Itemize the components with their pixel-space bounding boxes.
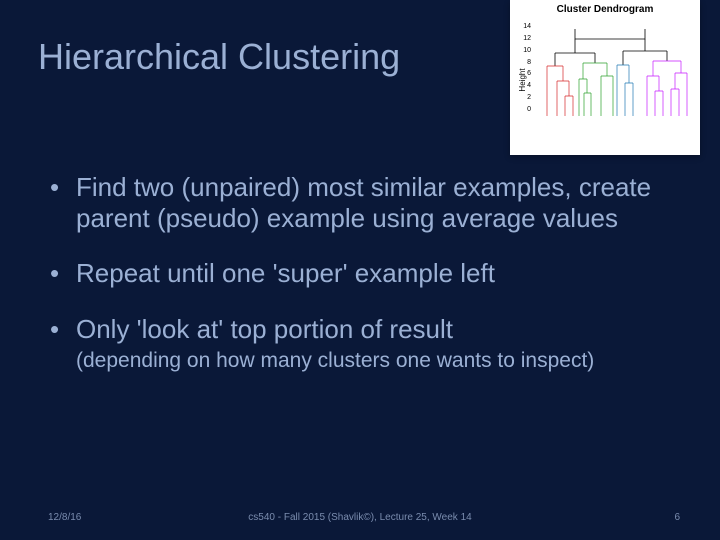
bullet-text: Only 'look at' top portion of result [76,314,680,345]
dendrogram-body: Height 14 12 10 8 6 4 2 0 [515,15,695,145]
dendrogram-thumbnail: Cluster Dendrogram Height 14 12 10 8 6 4… [510,0,700,155]
bullet-dot: • [48,314,76,345]
tick: 12 [521,35,531,42]
bullet-subtext: (depending on how many clusters one want… [76,349,680,373]
dendrogram-ticks: 14 12 10 8 6 4 2 0 [521,23,531,113]
bullet-item: • Only 'look at' top portion of result (… [48,314,680,373]
tick: 2 [521,94,531,101]
dendrogram-title: Cluster Dendrogram [510,0,700,15]
tick: 10 [521,47,531,54]
footer-page-number: 6 [674,512,680,523]
tick: 14 [521,23,531,30]
footer-date: 12/8/16 [48,512,81,523]
slide-title: Hierarchical Clustering [38,36,400,78]
tick: 6 [521,70,531,77]
slide-content: • Find two (unpaired) most similar examp… [48,172,680,397]
bullet-text: Repeat until one 'super' example left [76,258,680,289]
tick: 4 [521,82,531,89]
dendrogram-svg [535,21,691,121]
bullet-item: • Find two (unpaired) most similar examp… [48,172,680,234]
bullet-dot: • [48,172,76,234]
slide-footer: 12/8/16 cs540 - Fall 2015 (Shavlik©), Le… [0,508,720,526]
bullet-text: Find two (unpaired) most similar example… [76,172,680,234]
tick: 0 [521,106,531,113]
tick: 8 [521,59,531,66]
bullet-item: • Repeat until one 'super' example left [48,258,680,289]
bullet-dot: • [48,258,76,289]
footer-center: cs540 - Fall 2015 (Shavlik©), Lecture 25… [248,512,471,523]
